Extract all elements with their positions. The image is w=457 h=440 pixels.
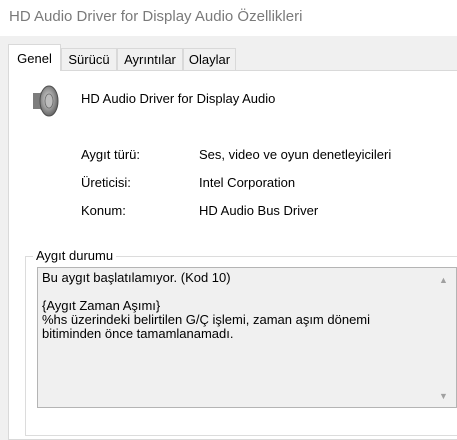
tab-surucu[interactable]: Sürücü — [61, 48, 117, 70]
device-name: HD Audio Driver for Display Audio — [81, 91, 276, 106]
scroll-up-arrow-icon[interactable]: ▲ — [439, 275, 448, 285]
manufacturer-value: Intel Corporation — [199, 175, 296, 190]
tab-ayrintilar[interactable]: Ayrıntılar — [117, 48, 183, 70]
scroll-down-arrow-icon[interactable]: ▼ — [439, 391, 448, 401]
window-title: HD Audio Driver for Display Audio Özelli… — [9, 8, 303, 25]
status-scrollbar[interactable] — [434, 268, 456, 407]
tab-olaylar[interactable]: Olaylar — [183, 48, 236, 70]
device-status-text: Bu aygıt başlatılamıyor. (Kod 10) {Aygıt… — [42, 270, 371, 341]
speaker-icon — [33, 85, 59, 117]
device-status-title: Aygıt durumu — [33, 248, 117, 263]
device-type-label: Aygıt türü: — [81, 147, 141, 162]
location-label: Konum: — [81, 203, 126, 218]
tab-genel[interactable]: Genel — [8, 44, 61, 71]
tab-strip: Genel Sürücü Ayrıntılar Olaylar — [0, 44, 457, 71]
device-type-value: Ses, video ve oyun denetleyicileri — [199, 147, 392, 162]
title-bar[interactable]: HD Audio Driver for Display Audio Özelli… — [0, 0, 457, 36]
location-value: HD Audio Bus Driver — [199, 203, 319, 218]
manufacturer-label: Üreticisi: — [81, 175, 131, 190]
